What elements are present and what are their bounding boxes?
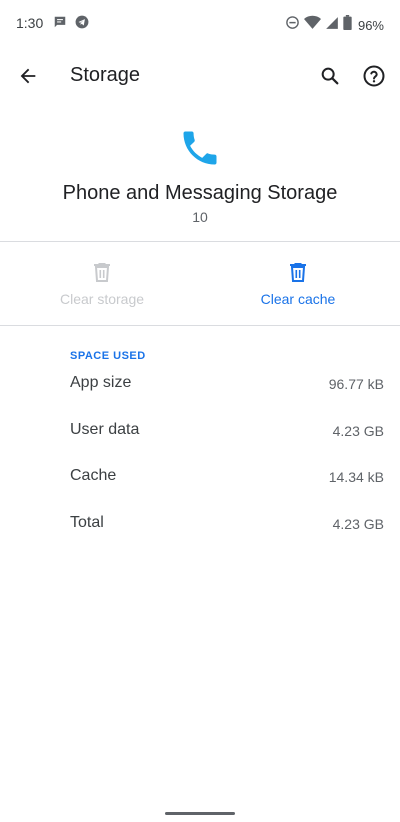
trash-icon xyxy=(94,263,110,282)
section-header-space-used: SPACE USED xyxy=(70,350,146,362)
wifi-icon xyxy=(303,15,321,35)
message-icon xyxy=(53,15,67,34)
row-label: Total xyxy=(70,514,104,531)
list-item-user-data: User data 4.23 GB xyxy=(70,421,384,445)
notification-icons xyxy=(53,15,89,34)
gesture-nav-handle[interactable] xyxy=(165,812,235,815)
row-value: 14.34 kB xyxy=(328,469,384,485)
row-value: 4.23 GB xyxy=(332,516,384,532)
help-button[interactable] xyxy=(360,62,388,90)
list-item-app-size: App size 96.77 kB xyxy=(70,374,384,398)
list-item-cache: Cache 14.34 kB xyxy=(70,467,384,491)
system-icons: 96% xyxy=(285,15,384,35)
battery-icon xyxy=(343,15,352,35)
clear-cache-label: Clear cache xyxy=(260,291,336,307)
row-label: User data xyxy=(70,421,140,438)
dnd-icon xyxy=(285,15,300,35)
clear-storage-label: Clear storage xyxy=(59,291,145,307)
trash-icon xyxy=(290,263,306,282)
phone-icon xyxy=(178,126,222,170)
divider xyxy=(0,325,400,326)
status-time: 1:30 xyxy=(16,15,44,31)
help-icon xyxy=(363,65,385,87)
clear-cache-button[interactable]: Clear cache xyxy=(198,258,398,318)
signal-icon xyxy=(325,16,339,35)
back-button[interactable] xyxy=(14,62,42,90)
battery-percent: 96% xyxy=(357,17,384,33)
page-title: Storage xyxy=(70,64,141,86)
list-item-total: Total 4.23 GB xyxy=(70,514,384,538)
row-label: App size xyxy=(70,374,132,391)
row-value: 4.23 GB xyxy=(332,423,384,439)
app-name: Phone and Messaging Storage xyxy=(62,182,338,204)
app-version: 10 xyxy=(192,209,208,225)
search-button[interactable] xyxy=(316,62,344,90)
clear-storage-button[interactable]: Clear storage xyxy=(2,258,202,318)
row-value: 96.77 kB xyxy=(328,376,384,392)
row-label: Cache xyxy=(70,467,117,484)
app-bar: Storage xyxy=(0,52,400,100)
search-icon xyxy=(321,67,339,85)
arrow-back-icon xyxy=(20,68,36,84)
divider xyxy=(0,241,400,242)
status-bar: 1:30 96% xyxy=(0,0,400,48)
telegram-icon xyxy=(75,15,89,34)
